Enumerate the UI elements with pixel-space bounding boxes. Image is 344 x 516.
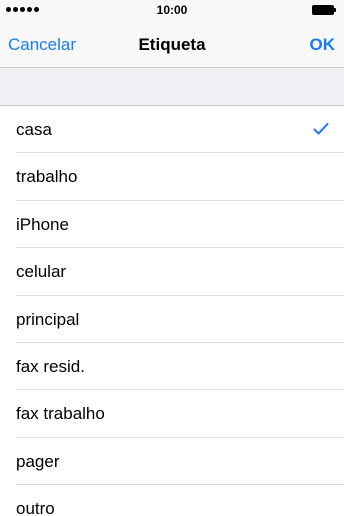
list-item-pager[interactable]: pager	[0, 438, 344, 486]
label-options-list: casa trabalho iPhone celular principal f…	[0, 106, 344, 516]
list-item-casa[interactable]: casa	[0, 106, 344, 154]
list-item-label: celular	[16, 262, 67, 282]
cancel-button[interactable]: Cancelar	[8, 35, 76, 55]
battery-full-icon	[312, 5, 336, 15]
list-item-label: fax resid.	[16, 356, 85, 376]
list-item-label: casa	[16, 120, 52, 139]
list-item-label: trabalho	[16, 167, 78, 187]
list-item-iphone[interactable]: iPhone	[0, 201, 344, 249]
list-item-fax-resid[interactable]: fax resid.	[0, 343, 344, 391]
list-item-label: principal	[16, 309, 80, 329]
list-item-label: fax trabalho	[16, 404, 105, 424]
status-bar: 10:00	[0, 0, 344, 20]
status-time: 10:00	[156, 3, 188, 17]
list-item-celular[interactable]: celular	[0, 248, 344, 296]
list-item-principal[interactable]: principal	[0, 296, 344, 344]
navigation-bar: Cancelar Etiqueta OK	[0, 20, 344, 68]
list-item-label: iPhone	[16, 214, 69, 234]
section-header-spacer	[0, 68, 344, 106]
phone-screen: 10:00 Cancelar Etiqueta OK casa trabalho…	[0, 0, 344, 516]
list-item-fax-trabalho[interactable]: fax trabalho	[0, 390, 344, 439]
checkmark-icon	[313, 123, 329, 135]
list-item-label: pager	[16, 451, 60, 471]
list-item-trabalho[interactable]: trabalho	[0, 153, 344, 202]
ok-button[interactable]: OK	[310, 35, 336, 55]
list-item-outro[interactable]: outro	[0, 485, 344, 516]
list-item-label: outro	[16, 499, 55, 516]
